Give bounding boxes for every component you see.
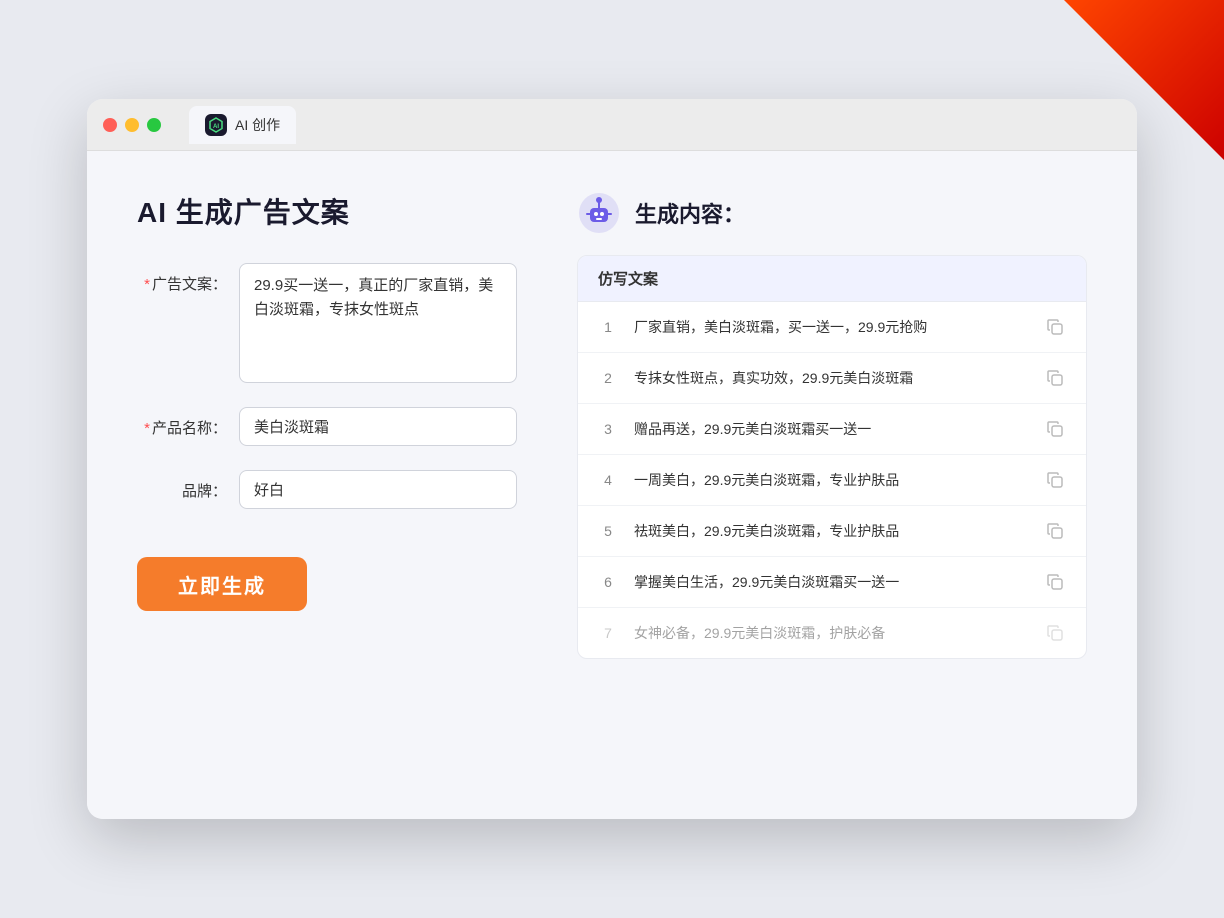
table-row: 5 祛斑美白，29.9元美白淡斑霜，专业护肤品 <box>578 506 1086 557</box>
row-number: 6 <box>598 574 618 590</box>
brand-input[interactable] <box>239 470 517 509</box>
table-row: 4 一周美白，29.9元美白淡斑霜，专业护肤品 <box>578 455 1086 506</box>
copy-icon[interactable] <box>1044 622 1066 644</box>
product-name-label: *产品名称： <box>137 407 227 438</box>
results-list: 1 厂家直销，美白淡斑霜，买一送一，29.9元抢购 2 专抹女性斑点，真实功效，… <box>578 302 1086 658</box>
browser-content: AI 生成广告文案 *广告文案： *产品名称： 品牌： 立即生成 <box>87 151 1137 819</box>
row-number: 3 <box>598 421 618 437</box>
results-table-header: 仿写文案 <box>578 256 1086 302</box>
table-row: 2 专抹女性斑点，真实功效，29.9元美白淡斑霜 <box>578 353 1086 404</box>
tab-ai-creation[interactable]: AI AI 创作 <box>189 106 296 144</box>
copy-icon[interactable] <box>1044 520 1066 542</box>
row-text: 专抹女性斑点，真实功效，29.9元美白淡斑霜 <box>634 368 1028 389</box>
traffic-lights <box>103 118 161 132</box>
page-title: AI 生成广告文案 <box>137 191 517 231</box>
table-row: 3 赠品再送，29.9元美白淡斑霜买一送一 <box>578 404 1086 455</box>
copy-icon[interactable] <box>1044 367 1066 389</box>
product-name-input[interactable] <box>239 407 517 446</box>
browser-titlebar: AI AI 创作 <box>87 99 1137 151</box>
copy-icon[interactable] <box>1044 571 1066 593</box>
right-panel: 生成内容： 仿写文案 1 厂家直销，美白淡斑霜，买一送一，29.9元抢购 2 专… <box>577 191 1087 779</box>
copy-icon[interactable] <box>1044 469 1066 491</box>
required-star-ad: * <box>144 276 150 293</box>
product-name-group: *产品名称： <box>137 407 517 446</box>
results-table: 仿写文案 1 厂家直销，美白淡斑霜，买一送一，29.9元抢购 2 专抹女性斑点，… <box>577 255 1087 659</box>
copy-icon[interactable] <box>1044 418 1066 440</box>
row-number: 7 <box>598 625 618 641</box>
close-button[interactable] <box>103 118 117 132</box>
table-row: 7 女神必备，29.9元美白淡斑霜，护肤必备 <box>578 608 1086 658</box>
copy-icon[interactable] <box>1044 316 1066 338</box>
svg-text:AI: AI <box>213 124 219 130</box>
table-row: 6 掌握美白生活，29.9元美白淡斑霜买一送一 <box>578 557 1086 608</box>
browser-window: AI AI 创作 AI 生成广告文案 *广告文案： *产品名称： <box>87 99 1137 819</box>
ad-copy-group: *广告文案： <box>137 263 517 383</box>
row-text: 赠品再送，29.9元美白淡斑霜买一送一 <box>634 419 1028 440</box>
row-text: 女神必备，29.9元美白淡斑霜，护肤必备 <box>634 623 1028 644</box>
row-number: 5 <box>598 523 618 539</box>
ad-copy-label: *广告文案： <box>137 263 227 294</box>
minimize-button[interactable] <box>125 118 139 132</box>
maximize-button[interactable] <box>147 118 161 132</box>
table-row: 1 厂家直销，美白淡斑霜，买一送一，29.9元抢购 <box>578 302 1086 353</box>
ad-copy-input[interactable] <box>239 263 517 383</box>
brand-group: 品牌： <box>137 470 517 509</box>
row-text: 掌握美白生活，29.9元美白淡斑霜买一送一 <box>634 572 1028 593</box>
brand-label: 品牌： <box>137 470 227 501</box>
row-text: 厂家直销，美白淡斑霜，买一送一，29.9元抢购 <box>634 317 1028 338</box>
row-text: 祛斑美白，29.9元美白淡斑霜，专业护肤品 <box>634 521 1028 542</box>
required-star-product: * <box>144 420 150 437</box>
row-number: 4 <box>598 472 618 488</box>
robot-icon <box>577 191 621 235</box>
generate-button[interactable]: 立即生成 <box>137 557 307 611</box>
row-number: 2 <box>598 370 618 386</box>
tab-label: AI 创作 <box>235 115 280 135</box>
results-title: 生成内容： <box>635 197 745 229</box>
row-text: 一周美白，29.9元美白淡斑霜，专业护肤品 <box>634 470 1028 491</box>
results-header-row: 生成内容： <box>577 191 1087 235</box>
row-number: 1 <box>598 319 618 335</box>
left-panel: AI 生成广告文案 *广告文案： *产品名称： 品牌： 立即生成 <box>137 191 517 779</box>
ai-tab-icon: AI <box>205 114 227 136</box>
